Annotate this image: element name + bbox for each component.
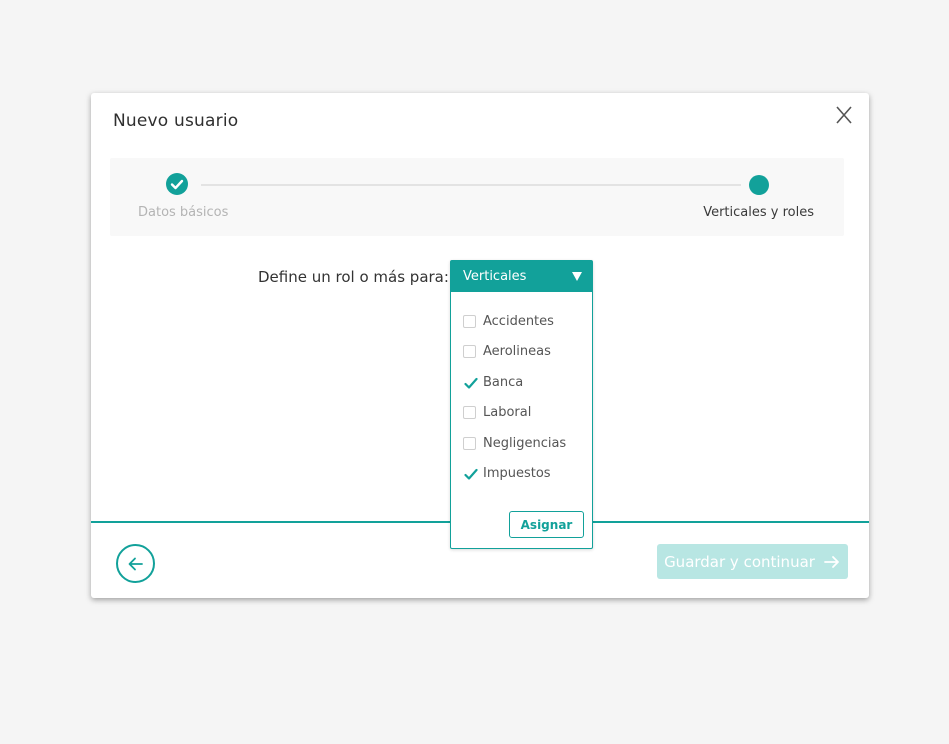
- step-label-datos-basicos: Datos básicos: [138, 205, 229, 220]
- check-icon: [464, 377, 478, 389]
- step-done-check-icon: [166, 173, 188, 195]
- checkbox[interactable]: [463, 436, 476, 450]
- caret-down-icon: [572, 272, 582, 281]
- back-button[interactable]: [116, 544, 155, 583]
- stepper-track: [201, 184, 741, 186]
- arrow-left-icon: [128, 557, 143, 570]
- dropdown-selected-label: Verticales: [463, 269, 527, 284]
- verticales-dropdown: Verticales Accidentes Aerolineas Banca L…: [450, 260, 593, 549]
- arrow-right-icon: [824, 555, 839, 568]
- check-icon: [464, 468, 478, 480]
- save-continue-label: Guardar y continuar: [664, 552, 815, 571]
- role-field-label: Define un rol o más para:: [258, 268, 449, 286]
- option-aerolineas[interactable]: Aerolineas: [463, 342, 551, 360]
- checkbox-checked[interactable]: [463, 467, 478, 480]
- modal-title: Nuevo usuario: [113, 111, 239, 131]
- progress-stepper: Datos básicos Verticales y roles: [110, 158, 844, 236]
- option-banca[interactable]: Banca: [463, 373, 523, 391]
- option-accidentes[interactable]: Accidentes: [463, 312, 554, 330]
- option-negligencias[interactable]: Negligencias: [463, 434, 566, 452]
- checkbox[interactable]: [463, 344, 476, 358]
- assign-button[interactable]: Asignar: [509, 511, 584, 538]
- step-current-dot: [749, 175, 769, 195]
- close-icon[interactable]: [835, 105, 853, 125]
- option-impuestos[interactable]: Impuestos: [463, 464, 551, 482]
- checkbox-checked[interactable]: [463, 376, 478, 389]
- dropdown-toggle[interactable]: Verticales: [451, 261, 592, 292]
- checkbox[interactable]: [463, 314, 476, 328]
- checkbox[interactable]: [463, 405, 476, 419]
- option-laboral[interactable]: Laboral: [463, 403, 531, 421]
- step-label-verticales-roles: Verticales y roles: [703, 205, 814, 220]
- save-continue-button[interactable]: Guardar y continuar: [657, 544, 848, 579]
